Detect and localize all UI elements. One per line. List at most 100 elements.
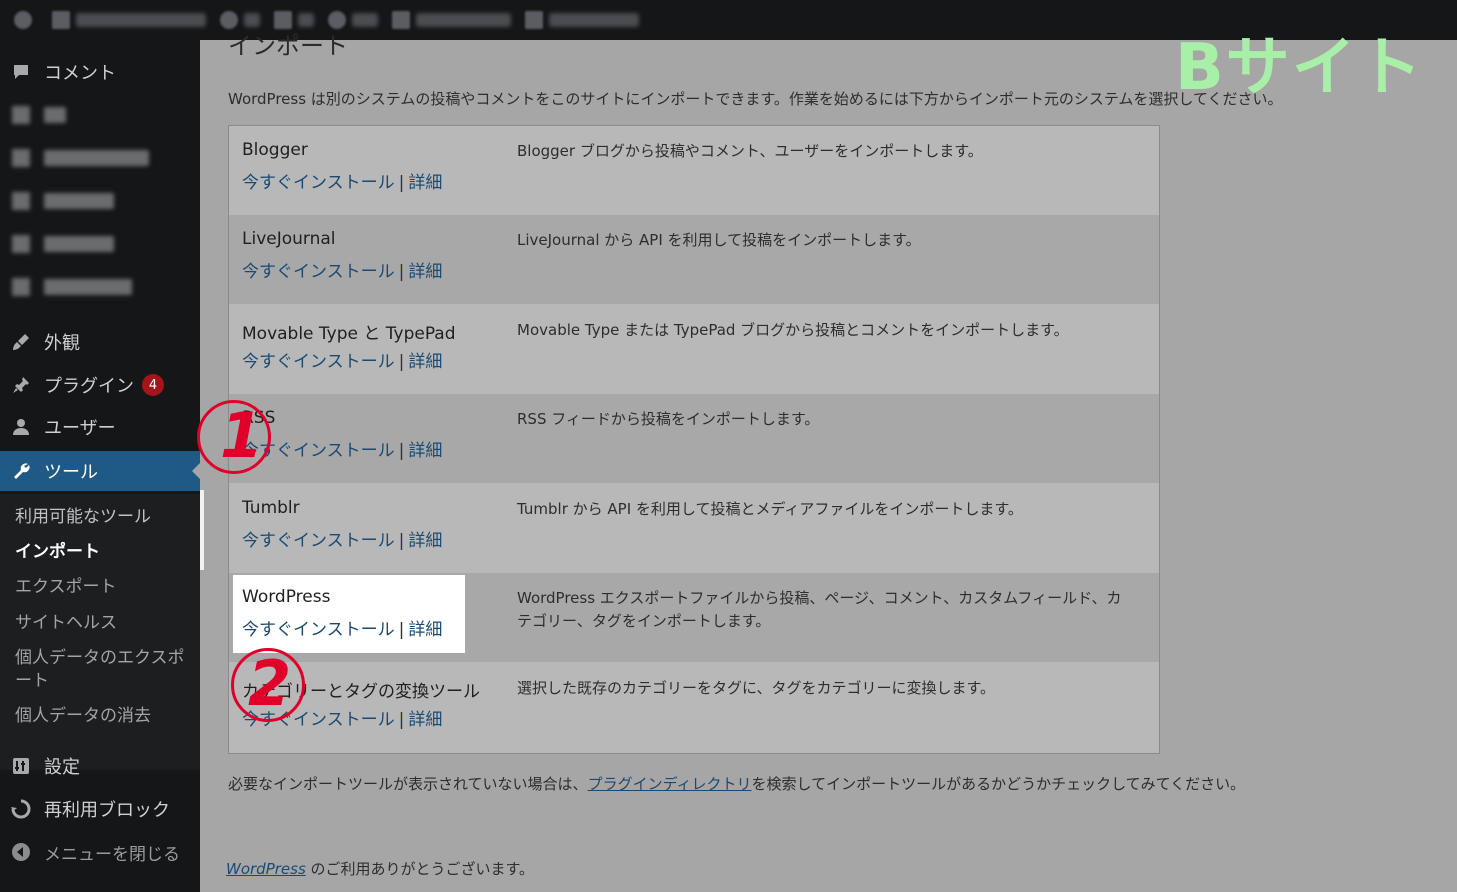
sidebar-item-label: ツール [44,462,98,483]
importer-name: LiveJournal [242,229,336,249]
link-separator: | [398,441,405,461]
admin-footer-thanks: WordPress のご利用ありがとうございます。 [226,858,534,879]
sidebar-item-users[interactable]: ユーザー [0,407,200,447]
thanks-text: のご利用ありがとうございます。 [305,860,535,878]
install-now-link[interactable]: 今すぐインストール [242,173,395,193]
importer-row-tumblr: Tumblr 今すぐインストール | 詳細 Tumblr から API を利用して投… [229,484,1159,573]
collapse-icon [10,841,32,863]
sidebar-item-reusable-blocks[interactable]: 再利用ブロック [0,789,200,829]
main-content: インポート WordPress は別のシステムの投稿やコメントをこのサイトにイン… [200,32,1457,892]
link-separator: | [398,620,405,640]
reusable-block-icon [10,798,32,820]
importer-row-category-tag-converter: カテゴリーとタグの変換ツール 今すぐインストール | 詳細 選択した既存のカテゴリー… [229,663,1159,752]
sidebar-item-appearance[interactable]: 外観 [0,322,200,362]
link-separator: | [398,710,405,730]
importer-row-blogger: Blogger 今すぐインストール | 詳細 Blogger ブログから投稿やコメン… [229,126,1159,215]
submenu-import[interactable]: インポート [15,541,190,564]
sidebar-item-settings[interactable]: 設定 [0,746,200,786]
blurred-icon [12,235,30,253]
submenu-export[interactable]: エクスポート [15,576,190,599]
sidebar-item-label: 再利用ブロック [44,800,170,821]
link-separator: | [398,352,405,372]
wp-logo-icon[interactable] [14,0,38,40]
importer-name: Blogger [242,140,308,160]
sidebar-item-hidden-2[interactable] [0,138,200,178]
sidebar-item-tools[interactable]: ツール [0,451,200,491]
importer-row-movabletype: Movable Type と TypePad 今すぐインストール | 詳細 Mova… [229,305,1159,394]
sidebar-item-hidden-3[interactable] [0,181,200,221]
annotation-number: 2 [248,647,292,720]
footer-text: を検索してインポートツールがあるかどうかチェックしてみてください。 [751,775,1246,793]
importer-row-wordpress: WordPress 今すぐインストール | 詳細 WordPress エクスポートフ… [229,573,1159,662]
sidebar-item-label: ユーザー [44,418,116,439]
importer-description: WordPress エクスポートファイルから投稿、ページ、コメント、カスタムフィ… [517,589,1122,630]
sidebar-item-label: メニューを閉じる [44,844,180,865]
importer-name: WordPress [242,587,331,607]
submenu-site-health[interactable]: サイトヘルス [15,612,190,635]
blurred-icon [12,149,30,167]
link-separator: | [398,173,405,193]
install-now-link[interactable]: 今すぐインストール [242,531,395,551]
toolbar-link-b[interactable] [525,0,639,40]
settings-icon [10,755,32,777]
importers-table: Blogger 今すぐインストール | 詳細 Blogger ブログから投稿やコメン… [228,125,1160,754]
importer-description: LiveJournal から API を利用して投稿をインポートします。 [517,231,921,249]
sidebar-item-label: 設定 [44,757,80,778]
submenu-erase-personal-data[interactable]: 個人データの消去 [15,705,190,728]
details-link[interactable]: 詳細 [408,441,442,461]
plugin-update-badge: 4 [142,374,164,396]
paintbrush-icon [10,331,32,353]
sidebar-item-label: 外観 [44,333,80,354]
sidebar-item-hidden-5[interactable] [0,267,200,307]
sidebar-item-hidden-1[interactable] [0,95,200,135]
intro-text: WordPress は別のシステムの投稿やコメントをこのサイトにインポートできま… [228,90,1283,108]
submenu-export-personal-data[interactable]: 個人データのエクスポート [15,647,190,693]
site-name-link[interactable] [52,0,206,40]
details-link[interactable]: 詳細 [408,262,442,282]
user-icon [10,416,32,438]
details-link[interactable]: 詳細 [408,710,442,730]
importer-description: Movable Type または TypePad ブログから投稿とコメントをイン… [517,321,1069,339]
link-separator: | [398,531,405,551]
sidebar-item-plugins[interactable]: プラグイン 4 [0,365,200,405]
blurred-icon [12,106,30,124]
importer-description: 選択した既存のカテゴリーをタグに、タグをカテゴリーに変換します。 [517,679,996,697]
annotation-number: 1 [220,399,264,472]
toolbar-link-a[interactable] [392,0,511,40]
details-link[interactable]: 詳細 [408,531,442,551]
sidebar-item-label: コメント [44,63,116,84]
install-now-link[interactable]: 今すぐインストール [242,620,395,640]
wordpress-link[interactable]: WordPress [226,860,306,878]
importer-description: RSS フィードから投稿をインポートします。 [517,410,820,428]
link-separator: | [398,262,405,282]
importer-description: Blogger ブログから投稿やコメント、ユーザーをインポートします。 [517,142,983,160]
install-now-link[interactable]: 今すぐインストール [242,352,395,372]
details-link[interactable]: 詳細 [408,620,442,640]
site-b-label: Bサイト [1175,31,1424,105]
plugin-directory-link[interactable]: プラグインディレクトリ [588,775,752,793]
footer-note: 必要なインポートツールが表示されていない場合は、プラグインディレクトリを検索して… [228,773,1245,794]
blurred-icon [12,192,30,210]
collapse-menu-button[interactable]: メニューを閉じる [0,832,200,872]
submenu-available-tools[interactable]: 利用可能なツール [15,506,190,529]
plugin-icon [10,374,32,396]
sidebar-item-label: プラグイン [44,376,134,397]
details-link[interactable]: 詳細 [408,352,442,372]
details-link[interactable]: 詳細 [408,173,442,193]
importer-name: Movable Type と TypePad [242,324,456,344]
importer-row-rss: RSS 今すぐインストール | 詳細 RSS フィードから投稿をインポートします。 [229,394,1159,483]
footer-text: 必要なインポートツールが表示されていない場合は、 [228,775,588,793]
comment-icon [10,61,32,83]
blurred-icon [12,278,30,296]
importer-description: Tumblr から API を利用して投稿とメディアファイルをインポートします。 [517,500,1023,518]
page-title: インポート [228,32,348,60]
wrench-icon [10,460,32,482]
install-now-link[interactable]: 今すぐインストール [242,262,395,282]
importer-row-livejournal: LiveJournal 今すぐインストール | 詳細 LiveJournal から … [229,215,1159,304]
annotation-step-1: 1 [197,400,271,474]
admin-sidebar: コメント 外観 プラグイン 4 ユーザー ツール 利用可能なツール インポート … [0,40,200,892]
importer-name: Tumblr [242,498,300,518]
sidebar-item-hidden-4[interactable] [0,224,200,264]
annotation-step-2: 2 [231,648,305,722]
sidebar-item-comments[interactable]: コメント [0,52,200,92]
